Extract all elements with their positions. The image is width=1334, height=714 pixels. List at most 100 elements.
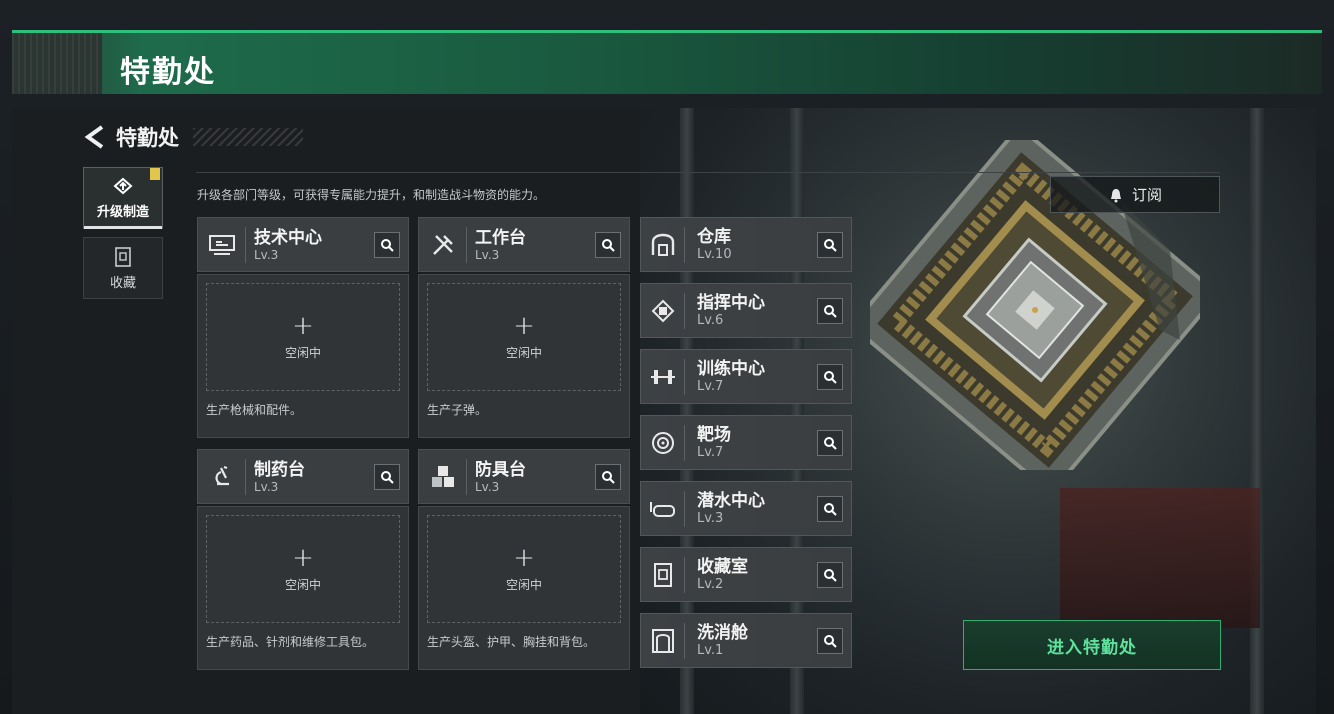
back-nav[interactable]: 特勤处 [82, 122, 303, 152]
banner-stripe [12, 33, 102, 94]
search-button[interactable] [817, 364, 843, 390]
subscribe-button[interactable]: 订阅 [1050, 176, 1220, 213]
header-banner: 特勤处 [12, 30, 1322, 94]
facility-name: 靶场 [697, 425, 731, 445]
search-icon [824, 371, 837, 384]
search-button[interactable] [817, 430, 843, 456]
search-button[interactable] [817, 628, 843, 654]
search-button[interactable] [595, 464, 621, 490]
production-card-header[interactable]: 工作台 Lv.3 [418, 217, 630, 272]
facility-level: Lv.10 [697, 247, 732, 262]
armor-blocks-icon [419, 458, 467, 495]
nav-upgrade-label: 升级制造 [96, 204, 149, 220]
back-title-label: 特勤处 [116, 126, 179, 150]
warehouse-icon [641, 226, 685, 263]
title-hatch-decoration [193, 128, 303, 146]
nav-collection[interactable]: 收藏 [83, 237, 163, 299]
notification-badge [150, 168, 160, 180]
subscribe-label: 订阅 [1131, 186, 1162, 204]
search-icon [824, 503, 837, 516]
production-name: 技术中心 [254, 227, 322, 248]
slot-status: 空闲中 [284, 345, 321, 360]
production-level: Lv.3 [475, 479, 500, 494]
facility-name: 收藏室 [697, 557, 748, 577]
facility-item[interactable]: 指挥中心 Lv.6 [640, 283, 852, 338]
diving-mask-icon [641, 490, 685, 527]
production-card-body: + 空闲中 生产子弹。 [418, 274, 630, 438]
facility-item[interactable]: 靶场 Lv.7 [640, 415, 852, 470]
production-card-header[interactable]: 制药台 Lv.3 [197, 449, 409, 504]
facility-item[interactable]: 仓库 Lv.10 [640, 217, 852, 272]
search-button[interactable] [817, 496, 843, 522]
search-icon [381, 471, 394, 484]
plus-icon: + [292, 542, 314, 573]
production-slot[interactable]: + 空闲中 [206, 283, 400, 391]
slot-status: 空闲中 [505, 577, 542, 592]
facility-level: Lv.1 [697, 643, 724, 658]
facility-item[interactable]: 训练中心 Lv.7 [640, 349, 852, 404]
collection-icon [115, 246, 131, 267]
production-description: 生产头盔、护甲、胸挂和背包。 [427, 635, 596, 649]
production-description: 生产药品、针剂和维修工具包。 [206, 635, 375, 649]
search-icon [824, 305, 837, 318]
facility-item[interactable]: 收藏室 Lv.2 [640, 547, 852, 602]
search-button[interactable] [817, 232, 843, 258]
facility-name: 训练中心 [697, 359, 765, 379]
search-button[interactable] [817, 298, 843, 324]
search-icon [602, 239, 615, 252]
search-button[interactable] [595, 232, 621, 258]
enter-button-label: 进入特勤处 [1047, 637, 1137, 658]
facility-level: Lv.7 [697, 445, 724, 460]
production-card-body: + 空闲中 生产头盔、护甲、胸挂和背包。 [418, 506, 630, 670]
production-level: Lv.3 [254, 247, 279, 262]
production-card-header[interactable]: 技术中心 Lv.3 [197, 217, 409, 272]
facility-item[interactable]: 潜水中心 Lv.3 [640, 481, 852, 536]
display-case-icon [641, 556, 685, 593]
upgrade-icon [113, 177, 133, 194]
production-name: 防具台 [475, 459, 526, 480]
facility-item[interactable]: 洗消舱 Lv.1 [640, 613, 852, 668]
search-icon [602, 471, 615, 484]
search-icon [381, 239, 394, 252]
search-icon [824, 635, 837, 648]
production-card-body: + 空闲中 生产枪械和配件。 [197, 274, 409, 438]
facility-level: Lv.3 [697, 511, 724, 526]
production-card-header[interactable]: 防具台 Lv.3 [418, 449, 630, 504]
nav-upgrade[interactable]: 升级制造 [83, 167, 163, 229]
intro-text: 升级各部门等级，可获得专属能力提升，和制造战斗物资的能力。 [197, 188, 546, 202]
enter-button[interactable]: 进入特勤处 [963, 620, 1221, 670]
search-icon [824, 239, 837, 252]
production-slot[interactable]: + 空闲中 [427, 515, 621, 623]
divider [196, 172, 1220, 173]
computer-icon [198, 226, 246, 263]
production-description: 生产枪械和配件。 [206, 403, 303, 417]
plus-icon: + [513, 310, 535, 341]
production-level: Lv.3 [475, 247, 500, 262]
tools-icon [419, 226, 467, 263]
production-name: 工作台 [475, 227, 526, 248]
production-slot[interactable]: + 空闲中 [206, 515, 400, 623]
dumbbell-icon [641, 358, 685, 395]
back-arrow-icon[interactable] [82, 124, 106, 150]
slot-status: 空闲中 [284, 577, 321, 592]
target-icon [641, 424, 685, 461]
facility-level: Lv.2 [697, 577, 724, 592]
microscope-icon [198, 458, 246, 495]
production-slot[interactable]: + 空闲中 [427, 283, 621, 391]
search-button[interactable] [374, 232, 400, 258]
page: 特勤处 特勤处 升级制造 收藏 升级各部门等级，可获得专属能力提升，和制造战斗物… [0, 0, 1334, 714]
search-icon [824, 437, 837, 450]
bell-icon [1110, 188, 1121, 202]
facility-name: 指挥中心 [697, 293, 765, 313]
production-description: 生产子弹。 [427, 403, 488, 417]
plus-icon: + [513, 542, 535, 573]
facility-level: Lv.7 [697, 379, 724, 394]
search-button[interactable] [817, 562, 843, 588]
search-button[interactable] [374, 464, 400, 490]
facility-name: 洗消舱 [697, 623, 748, 643]
facility-name: 仓库 [697, 227, 731, 247]
production-name: 制药台 [254, 459, 305, 480]
decon-chamber-icon [641, 622, 685, 659]
production-card-body: + 空闲中 生产药品、针剂和维修工具包。 [197, 506, 409, 670]
facility-name: 潜水中心 [697, 491, 765, 511]
